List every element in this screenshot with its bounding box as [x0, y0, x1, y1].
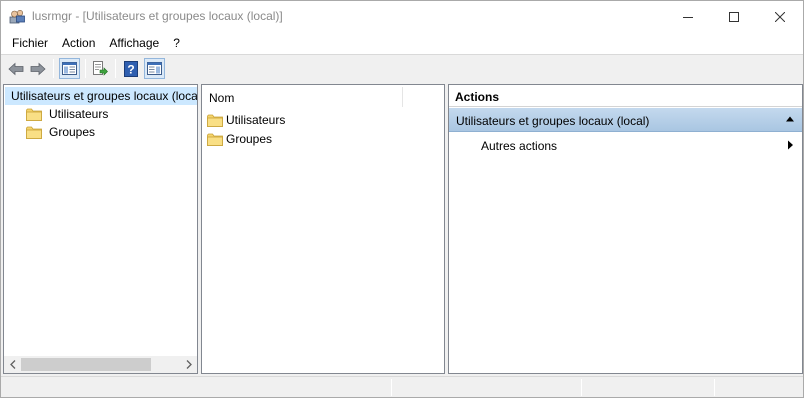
tree-root-local-users-groups[interactable]: Utilisateurs et groupes locaux (local): [5, 87, 198, 105]
minimize-button[interactable]: [665, 1, 711, 32]
show-action-pane-button[interactable]: [144, 58, 165, 79]
result-list-pane: Nom Utilisateurs Groupes: [201, 84, 445, 374]
submenu-arrow-icon[interactable]: [787, 140, 794, 150]
show-tree-button[interactable]: [59, 58, 80, 79]
toolbar-separator: [115, 59, 116, 78]
toolbar-separator: [53, 59, 54, 78]
toolbar-separator: [85, 59, 86, 78]
tree-item-groupes[interactable]: Groupes: [26, 123, 95, 141]
export-list-icon: [92, 61, 108, 76]
close-button[interactable]: [757, 1, 803, 32]
actions-pane: Actions Utilisateurs et groupes locaux (…: [448, 84, 803, 374]
folder-icon: [26, 126, 42, 139]
action-autres-actions[interactable]: Autres actions: [481, 139, 557, 153]
maximize-icon: [729, 11, 739, 22]
collapse-triangle-icon[interactable]: [785, 114, 795, 124]
app-window: lusrmgr - [Utilisateurs et groupes locau…: [0, 0, 804, 398]
users-groups-icon: [9, 9, 25, 24]
forward-arrow-icon: [30, 62, 46, 75]
tree-item-label: Utilisateurs: [49, 107, 109, 121]
window-title: lusrmgr - [Utilisateurs et groupes locau…: [32, 9, 283, 23]
list-item-label: Groupes: [226, 132, 273, 146]
tree-item-label: Groupes: [49, 125, 96, 139]
list-item-label: Utilisateurs: [226, 113, 286, 127]
folder-icon: [207, 114, 223, 127]
actions-header: Actions: [449, 85, 802, 107]
back-button[interactable]: [5, 58, 26, 79]
actions-section-local-users-groups[interactable]: Utilisateurs et groupes locaux (local): [449, 108, 802, 132]
menu-fichier[interactable]: Fichier: [5, 33, 55, 53]
status-separator: [714, 379, 715, 396]
menu-affichage[interactable]: Affichage: [102, 33, 166, 53]
list-item-utilisateurs[interactable]: Utilisateurs: [207, 111, 285, 129]
menu-action[interactable]: Action: [55, 33, 102, 53]
actions-title: Actions: [455, 90, 500, 104]
minimize-icon: [683, 16, 693, 18]
svg-text:?: ?: [127, 62, 134, 76]
menu-bar: Fichier Action Affichage ?: [1, 32, 803, 54]
forward-button[interactable]: [27, 58, 48, 79]
back-arrow-icon: [7, 62, 23, 75]
export-list-button[interactable]: [89, 58, 110, 79]
column-divider[interactable]: [402, 87, 403, 107]
help-button[interactable]: ?: [120, 58, 141, 79]
console-tree-pane: Utilisateurs et groupes locaux (local) U…: [3, 84, 198, 374]
status-separator: [391, 379, 392, 396]
help-icon: ?: [123, 60, 138, 77]
toolbar: ?: [1, 54, 803, 81]
column-header-label: Nom: [209, 91, 235, 105]
status-bar: [1, 376, 803, 397]
folder-icon: [26, 108, 42, 121]
tree-root-label: Utilisateurs et groupes locaux (local): [11, 89, 198, 103]
scroll-right-button[interactable]: [180, 356, 197, 373]
show-tree-icon: [62, 62, 77, 75]
chevron-right-icon: [186, 360, 192, 369]
close-icon: [775, 11, 785, 22]
actions-section-label: Utilisateurs et groupes locaux (local): [456, 114, 650, 128]
scroll-thumb[interactable]: [21, 358, 151, 371]
maximize-button[interactable]: [711, 1, 757, 32]
column-header-nom[interactable]: Nom: [202, 85, 444, 109]
show-action-pane-icon: [147, 62, 162, 75]
title-bar[interactable]: lusrmgr - [Utilisateurs et groupes locau…: [1, 1, 803, 32]
tree-item-utilisateurs[interactable]: Utilisateurs: [26, 105, 108, 123]
scroll-left-button[interactable]: [4, 356, 21, 373]
tree-horizontal-scrollbar[interactable]: [4, 356, 197, 373]
chevron-left-icon: [9, 360, 15, 369]
list-item-groupes[interactable]: Groupes: [207, 130, 272, 148]
status-separator: [581, 379, 582, 396]
folder-icon: [207, 133, 223, 146]
menu-help[interactable]: ?: [166, 33, 187, 53]
